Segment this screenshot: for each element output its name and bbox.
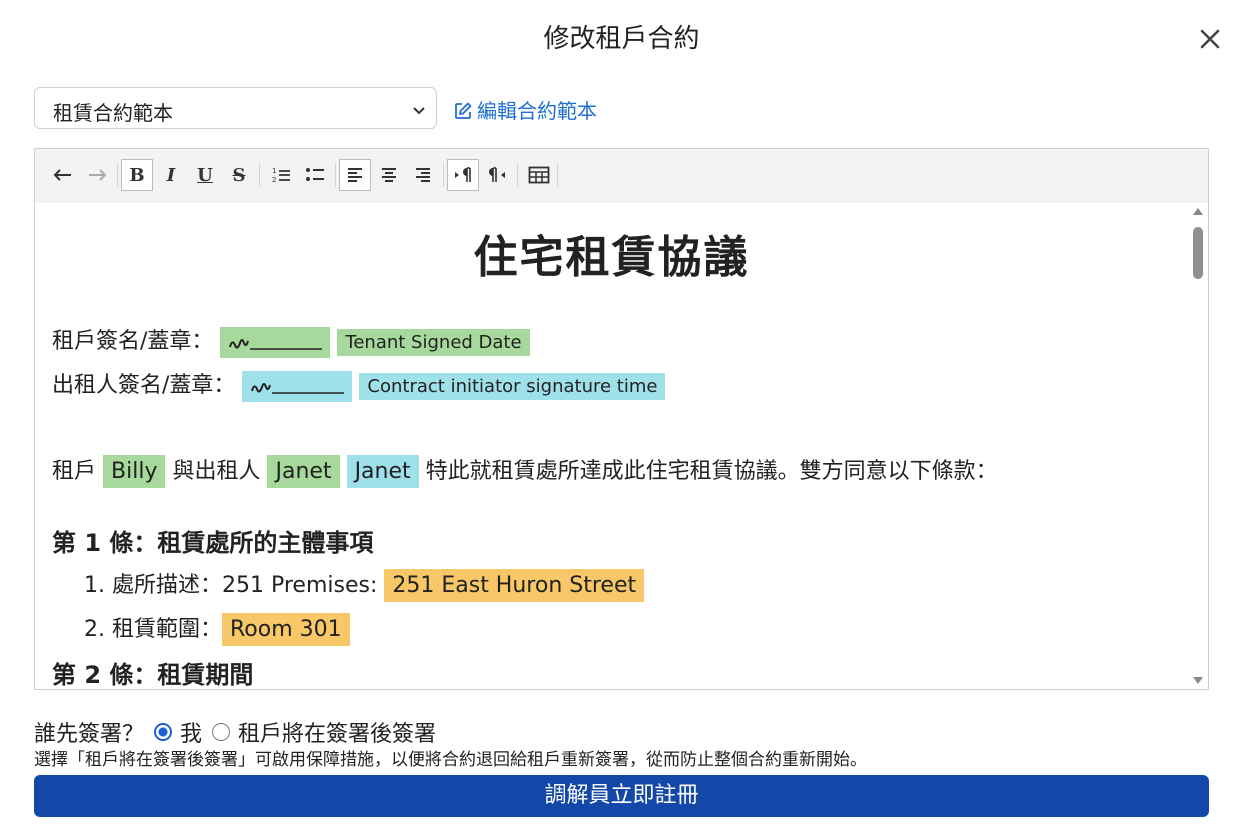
edit-template-label: 編輯合約範本	[477, 99, 597, 123]
landlord-signature-line: 出租人簽名/蓋章： Contract initiator signature t…	[52, 367, 666, 402]
edit-tenant-contract-dialog: 修改租戶合約 租賃合約範本 編輯合約範本 B I U S 1 2 住宅租賃協議 …	[0, 0, 1243, 834]
landlord-signature-field[interactable]	[242, 370, 353, 402]
intro-suffix: 特此就租賃處所達成此住宅租賃協議。雙方同意以下條款：	[425, 459, 998, 484]
document-title: 住宅租賃協議	[473, 232, 750, 283]
intro-paragraph: 租戶 Billy 與出租人 Janet Janet 特此就租賃處所達成此住宅租賃…	[52, 453, 998, 488]
scroll-up-icon[interactable]	[1193, 207, 1203, 215]
article-1-heading: 第 1 條：租賃處所的主體事項	[52, 529, 374, 557]
landlord-sign-label: 出租人簽名/蓋章：	[52, 373, 236, 398]
tenant-signed-date-field[interactable]: Tenant Signed Date	[337, 328, 530, 356]
align-center-icon[interactable]	[373, 159, 405, 191]
list-item: 2. 租賃範圍： Room 301	[84, 611, 350, 646]
rich-text-editor: B I U S 12 住宅租賃協議 租戶簽名/蓋章： Tenant Signed…	[34, 148, 1209, 690]
undo-icon[interactable]	[47, 159, 79, 191]
signing-order: 誰先簽署？ 我 租戶將在簽署後簽署	[34, 716, 436, 748]
underline-icon[interactable]: U	[189, 159, 221, 191]
landlord-name-field-2[interactable]: Janet	[346, 455, 419, 488]
signing-order-question: 誰先簽署？	[34, 722, 145, 747]
dialog-title: 修改租戶合約	[543, 24, 700, 54]
intro-mid: 與出租人	[172, 459, 261, 484]
scrollbar-thumb[interactable]	[1193, 227, 1203, 279]
contract-template-select[interactable]: 租賃合約範本	[34, 87, 437, 129]
ltr-icon[interactable]	[447, 159, 479, 191]
initiator-signature-time-field[interactable]: Contract initiator signature time	[359, 372, 666, 400]
radio-me-label[interactable]: 我	[180, 716, 202, 748]
list-item: 1. 處所描述：251 Premises: 251 East Huron Str…	[84, 567, 645, 602]
scroll-down-icon[interactable]	[1193, 677, 1203, 685]
rental-scope-field[interactable]: Room 301	[221, 613, 350, 646]
svg-text:1: 1	[272, 167, 276, 175]
strikethrough-icon[interactable]: S	[223, 159, 255, 191]
editor-toolbar: B I U S 12	[35, 149, 1208, 204]
radio-tenant-after-label[interactable]: 租戶將在簽署後簽署	[238, 716, 436, 748]
bold-icon[interactable]: B	[121, 159, 153, 191]
mediator-register-button[interactable]: 調解員立即註冊	[34, 775, 1209, 817]
document-content[interactable]: 住宅租賃協議 租戶簽名/蓋章： Tenant Signed Date 出租人簽名…	[35, 203, 1188, 689]
redo-icon[interactable]	[81, 159, 113, 191]
bullet-list-icon[interactable]	[299, 159, 331, 191]
article-2-heading: 第 2 條：租賃期間	[52, 661, 254, 689]
tenant-name-field[interactable]: Billy	[103, 455, 166, 488]
signature-icon	[229, 338, 323, 350]
premises-address-field[interactable]: 251 East Huron Street	[384, 569, 645, 602]
tenant-signature-field[interactable]	[220, 326, 331, 358]
premises-label: 1. 處所描述：251 Premises:	[84, 573, 378, 598]
table-icon[interactable]	[523, 159, 555, 191]
rtl-icon[interactable]	[481, 159, 513, 191]
align-left-icon[interactable]	[339, 159, 371, 191]
ordered-list-icon[interactable]: 12	[265, 159, 297, 191]
editor-scrollbar[interactable]	[1188, 203, 1208, 689]
italic-icon[interactable]: I	[155, 159, 187, 191]
edit-template-link[interactable]: 編輯合約範本	[453, 95, 597, 124]
pencil-square-icon	[455, 102, 472, 119]
signing-order-hint: 選擇「租戶將在簽署後簽署」可啟用保障措施，以便將合約退回給租戶重新簽署，從而防止…	[34, 750, 867, 770]
chevron-down-icon	[412, 102, 426, 121]
rental-scope-label: 2. 租賃範圍：	[84, 617, 222, 642]
radio-me[interactable]	[154, 723, 173, 741]
align-right-icon[interactable]	[407, 159, 439, 191]
tenant-signature-line: 租戶簽名/蓋章： Tenant Signed Date	[52, 323, 530, 358]
contract-template-select-value: 租賃合約範本	[53, 101, 173, 125]
close-icon[interactable]	[1195, 24, 1225, 54]
intro-prefix: 租戶	[52, 459, 97, 484]
signature-icon	[251, 382, 345, 394]
radio-tenant-after[interactable]	[212, 723, 231, 741]
tenant-sign-label: 租戶簽名/蓋章：	[52, 329, 214, 354]
landlord-name-field[interactable]: Janet	[267, 455, 340, 488]
svg-text:2: 2	[272, 176, 276, 184]
